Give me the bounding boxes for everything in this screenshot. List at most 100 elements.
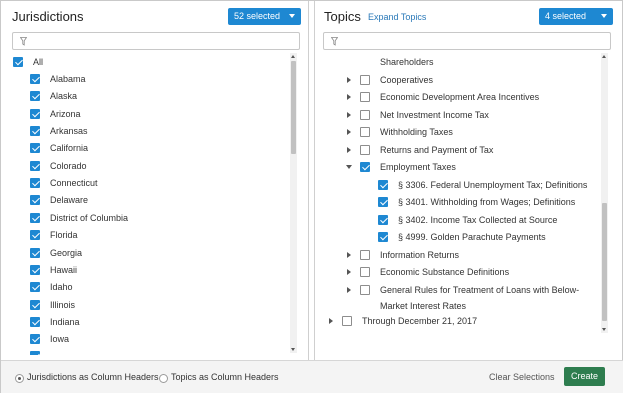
tree-item-label: General Rules for Treatment of Loans wit…: [380, 284, 580, 295]
jurisdictions-selected-dropdown[interactable]: 52 selected: [228, 8, 301, 25]
tree-item-label: Net Investment Income Tax: [380, 109, 489, 120]
tree-item[interactable]: Employment Taxes: [315, 159, 599, 175]
expand-topics-link[interactable]: Expand Topics: [368, 12, 426, 22]
checkbox[interactable]: [30, 247, 40, 258]
expand-arrow-icon[interactable]: [347, 129, 351, 135]
expand-arrow-icon[interactable]: [347, 251, 351, 258]
tree-item[interactable]: Shareholders: [315, 54, 599, 70]
tree-item-label: Economic Development Area Incentives: [380, 92, 540, 102]
report-builder-dialog: Jurisdictions 52 selected All Alabama Ala…: [0, 0, 623, 393]
checkbox[interactable]: [30, 126, 40, 137]
checkbox[interactable]: [30, 212, 40, 223]
checkbox[interactable]: [378, 232, 388, 242]
tree-item[interactable]: General Rules for Treatment of Loans wit…: [315, 282, 599, 311]
jurisdictions-selected-label: 52 selected: [234, 11, 281, 21]
checkbox[interactable]: [360, 127, 370, 137]
checkbox-all[interactable]: [13, 57, 23, 67]
checkbox[interactable]: [360, 74, 370, 85]
checkbox[interactable]: [360, 267, 370, 277]
scroll-up-icon[interactable]: [602, 55, 606, 58]
checkbox[interactable]: [360, 92, 370, 102]
list-item-label: California: [50, 143, 89, 154]
list-item-label: Arkansas: [50, 126, 88, 137]
jurisdictions-filter-input[interactable]: [12, 32, 300, 50]
expand-arrow-icon[interactable]: [347, 269, 351, 275]
expand-arrow-icon[interactable]: [347, 286, 351, 293]
topics-scrollbar[interactable]: [601, 53, 608, 333]
list-item-label: Colorado: [50, 160, 87, 171]
list-item-label: All: [33, 57, 44, 67]
filter-icon: [20, 37, 27, 46]
tree-item-label: § 3306. Federal Unemployment Tax; Defini…: [398, 179, 588, 190]
scroll-up-icon[interactable]: [291, 55, 295, 58]
checkbox[interactable]: [30, 74, 40, 84]
list-item-label: Alabama: [50, 74, 86, 84]
radio-topics-headers[interactable]: [159, 374, 168, 383]
tree-item-label: § 4999. Golden Parachute Payments: [398, 232, 546, 242]
list-item-label: Alaska: [50, 91, 78, 102]
tree-item-label: Through December 21, 2017: [362, 316, 478, 326]
create-button[interactable]: Create: [564, 367, 605, 386]
tree-item[interactable]: Economic Substance Definitions: [315, 264, 599, 280]
checkbox[interactable]: [378, 179, 388, 190]
tree-child-item[interactable]: § 4999. Golden Parachute Payments: [315, 229, 599, 245]
scroll-down-icon[interactable]: [602, 328, 606, 331]
checkbox[interactable]: [30, 160, 40, 171]
tree-item[interactable]: Information Returns: [315, 247, 599, 263]
tree-item[interactable]: Net Investment Income Tax: [315, 107, 599, 123]
topics-selected-dropdown[interactable]: 4 selected: [539, 8, 613, 25]
tree-item[interactable]: Withholding Taxes: [315, 124, 599, 140]
checkbox[interactable]: [30, 264, 40, 275]
tree-item[interactable]: Economic Development Area Incentives: [315, 89, 599, 105]
checkbox[interactable]: [30, 282, 40, 293]
list-item-label: Illinois: [50, 299, 76, 310]
jurisdictions-title: Jurisdictions: [12, 9, 84, 24]
tree-child-item[interactable]: § 3306. Federal Unemployment Tax; Defini…: [315, 177, 599, 193]
tree-item-label: Cooperatives: [380, 74, 434, 85]
checkbox[interactable]: [30, 316, 40, 327]
checkbox[interactable]: [30, 178, 40, 189]
tree-item-label: § 3402. Income Tax Collected at Source: [398, 214, 558, 225]
tree-child-item[interactable]: § 3401. Withholding from Wages; Definiti…: [315, 194, 599, 210]
scrollbar-thumb[interactable]: [291, 61, 296, 154]
collapse-arrow-icon[interactable]: [346, 165, 352, 169]
chevron-down-icon: [601, 14, 607, 18]
checkbox[interactable]: [30, 108, 40, 119]
checkbox[interactable]: [30, 91, 40, 102]
dialog-footer: Jurisdictions as Column Headers Topics a…: [1, 360, 623, 393]
checkbox[interactable]: [360, 144, 370, 155]
checkbox[interactable]: [360, 249, 370, 260]
tree-item-label-continued: Market Interest Rates: [380, 300, 467, 311]
checkbox[interactable]: [30, 230, 40, 241]
checkbox[interactable]: [360, 284, 370, 295]
tree-child-item[interactable]: § 3402. Income Tax Collected at Source: [315, 212, 599, 228]
tree-item[interactable]: Through December 21, 2017: [315, 313, 599, 329]
expand-arrow-icon[interactable]: [347, 94, 351, 100]
checkbox[interactable]: [30, 195, 40, 206]
topics-filter-input[interactable]: [323, 32, 611, 50]
checkbox[interactable]: [360, 109, 370, 120]
list-item-label: Florida: [50, 230, 78, 241]
scroll-down-icon[interactable]: [291, 348, 295, 351]
radio-jurisdictions-headers[interactable]: [15, 374, 24, 383]
tree-item-label: § 3401. Withholding from Wages; Definiti…: [398, 197, 576, 207]
list-item-label: Indiana: [50, 316, 80, 327]
expand-arrow-icon[interactable]: [347, 111, 351, 118]
checkbox[interactable]: [30, 334, 40, 345]
expand-arrow-icon[interactable]: [347, 146, 351, 153]
list-item-label: Arizona: [50, 108, 81, 119]
clear-selections-button[interactable]: Clear Selections: [489, 372, 555, 382]
checkbox[interactable]: [342, 316, 352, 326]
tree-item[interactable]: Returns and Payment of Tax: [315, 142, 599, 158]
expand-arrow-icon[interactable]: [329, 318, 333, 324]
checkbox[interactable]: [30, 351, 40, 355]
expand-arrow-icon[interactable]: [347, 76, 351, 83]
checkbox[interactable]: [360, 162, 370, 172]
checkbox[interactable]: [30, 299, 40, 310]
checkbox[interactable]: [30, 143, 40, 154]
scrollbar-thumb[interactable]: [602, 203, 607, 321]
checkbox[interactable]: [378, 214, 388, 225]
checkbox[interactable]: [378, 197, 388, 207]
jurisdictions-scrollbar[interactable]: [290, 53, 297, 353]
tree-item[interactable]: Cooperatives: [315, 72, 599, 88]
